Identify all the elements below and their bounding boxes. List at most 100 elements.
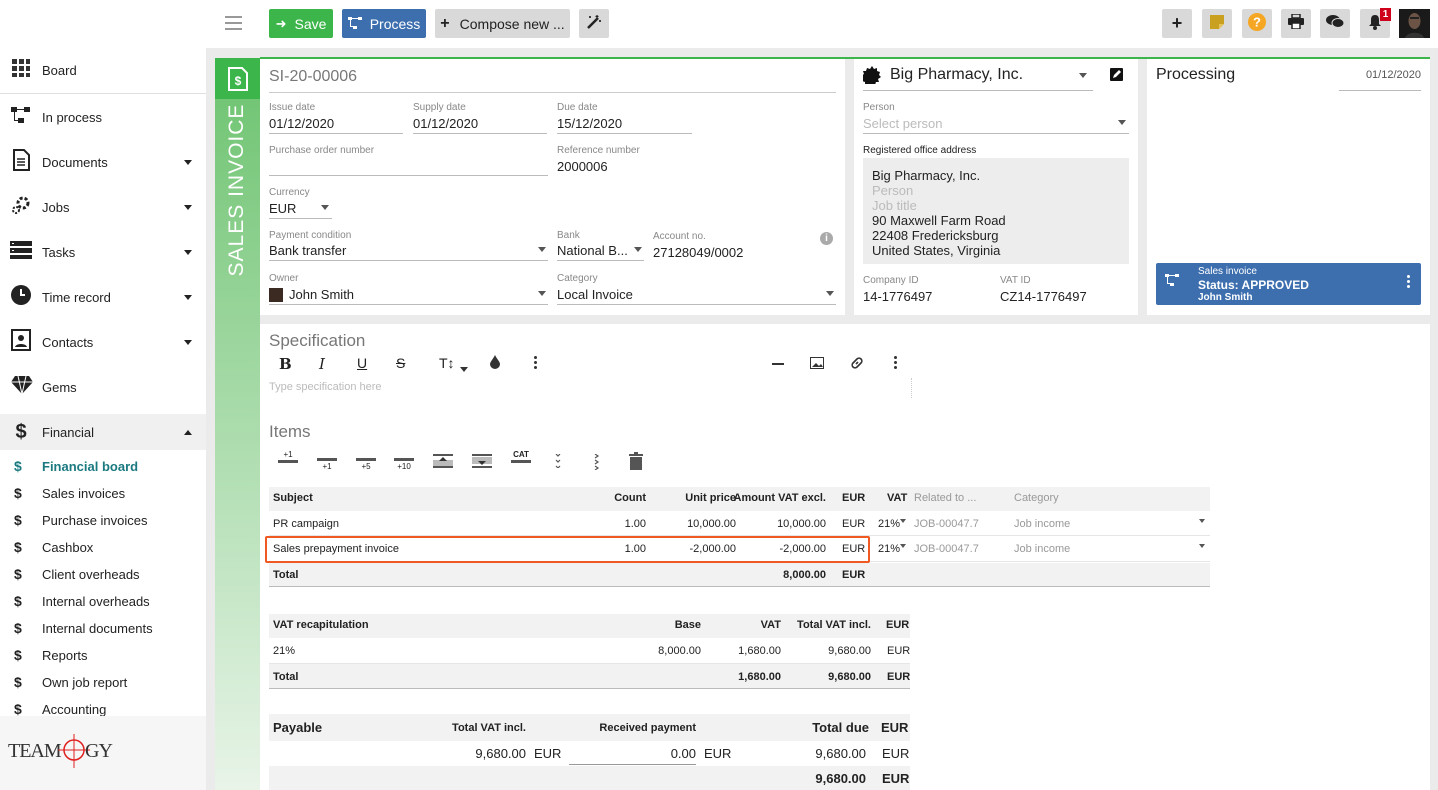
- sticky-note-button[interactable]: [1202, 9, 1232, 38]
- add-row-above-button[interactable]: +1: [278, 450, 298, 463]
- specification-editor[interactable]: Type specification here: [269, 378, 912, 398]
- row-related[interactable]: JOB-00047.7: [914, 543, 979, 555]
- vat-recap-header: VAT recapitulation Base VAT Total VAT in…: [269, 614, 910, 638]
- chevron-down-icon: [184, 249, 192, 255]
- question-icon: ?: [1248, 12, 1266, 35]
- compose-new-button[interactable]: + Compose new ...: [435, 9, 570, 38]
- owner-select[interactable]: John Smith: [269, 285, 548, 305]
- clock-icon: [10, 284, 32, 311]
- dollar-icon: $: [14, 539, 22, 555]
- account-number-field[interactable]: 27128049/0002: [653, 243, 803, 263]
- edit-icon[interactable]: [1110, 68, 1123, 81]
- underline-icon[interactable]: U: [357, 355, 367, 371]
- vat-row-vat: 1,680.00: [738, 645, 781, 657]
- sidebar-subitem-internal-documents[interactable]: $ Internal documents: [0, 615, 206, 642]
- address-box[interactable]: Big Pharmacy, Inc. Person Job title 90 M…: [863, 158, 1129, 264]
- row-category[interactable]: Job income: [1014, 518, 1070, 530]
- row-count[interactable]: 1.00: [589, 518, 646, 530]
- catalog-button[interactable]: CAT: [511, 450, 531, 463]
- payable-grand-currency: EUR: [882, 771, 910, 786]
- sidebar-item-gems[interactable]: Gems: [0, 375, 206, 399]
- process-button[interactable]: Process: [342, 9, 426, 38]
- row-vat[interactable]: 21%: [878, 518, 900, 530]
- more-vertical-icon[interactable]: [1407, 275, 1410, 288]
- supply-date-field[interactable]: 01/12/2020: [413, 114, 547, 134]
- row-unit-price[interactable]: 10,000.00: [656, 518, 736, 530]
- row-vat[interactable]: 21%: [878, 543, 900, 555]
- sidebar-item-in-process[interactable]: In process: [0, 105, 206, 129]
- hamburger-menu-icon[interactable]: [225, 16, 242, 30]
- sidebar-subitem-reports[interactable]: $ Reports: [0, 642, 206, 669]
- chat-button[interactable]: [1320, 9, 1350, 38]
- vat-id-field[interactable]: CZ14-1776497: [1000, 287, 1130, 307]
- sidebar-subitem-internal-overheads[interactable]: $ Internal overheads: [0, 588, 206, 615]
- invoice-number[interactable]: SI-20-00006: [269, 67, 836, 93]
- client-select[interactable]: Big Pharmacy, Inc.: [863, 65, 1093, 91]
- reference-number-field[interactable]: 2000006: [557, 157, 836, 177]
- sidebar-subitem-cashbox[interactable]: $ Cashbox: [0, 534, 206, 561]
- row-amount: 10,000.00: [777, 518, 826, 530]
- avatar[interactable]: [1399, 9, 1430, 38]
- sidebar-item-documents[interactable]: Documents: [0, 148, 206, 174]
- items-total-label: Total: [273, 569, 299, 581]
- received-payment-input[interactable]: 0.00: [569, 744, 696, 765]
- info-icon[interactable]: i: [820, 232, 833, 245]
- bold-icon[interactable]: B: [279, 355, 292, 373]
- table-row[interactable]: PR campaign 1.00 10,000.00 10,000.00 EUR…: [269, 511, 1210, 536]
- payable-total-incl: 9,680.00: [475, 746, 526, 761]
- strikethrough-icon[interactable]: S: [396, 355, 405, 371]
- horizontal-rule-icon[interactable]: [772, 363, 784, 365]
- add-10-rows-button[interactable]: +10: [394, 458, 414, 471]
- issue-date-field[interactable]: 01/12/2020: [269, 114, 403, 134]
- more-vertical-icon[interactable]: [534, 356, 537, 369]
- help-button[interactable]: ?: [1242, 9, 1272, 38]
- category-select[interactable]: Local Invoice: [557, 285, 836, 305]
- move-up-icon[interactable]: [433, 454, 453, 471]
- sidebar-subitem-purchase-invoices[interactable]: $ Purchase invoices: [0, 507, 206, 534]
- row-related[interactable]: JOB-00047.7: [914, 518, 979, 530]
- bank-select[interactable]: National B...: [557, 241, 644, 261]
- text-size-icon[interactable]: T↕: [439, 355, 455, 371]
- sidebar-item-time-record[interactable]: Time record: [0, 284, 206, 311]
- add-1-row-button[interactable]: +1: [317, 458, 337, 471]
- image-icon[interactable]: [810, 357, 824, 372]
- sidebar-item-financial[interactable]: $ Financial: [0, 420, 206, 444]
- sidebar-subitem-financial-board[interactable]: $ Financial board: [0, 453, 206, 480]
- company-id-field[interactable]: 14-1776497: [863, 287, 993, 307]
- sidebar-item-label: Time record: [42, 289, 111, 305]
- sidebar-subitem-own-job-report[interactable]: $ Own job report: [0, 669, 206, 696]
- due-date-field[interactable]: 15/12/2020: [557, 114, 692, 134]
- move-down-icon[interactable]: [472, 454, 492, 471]
- vat-col-vat: VAT: [760, 619, 781, 631]
- sidebar-subitem-client-overheads[interactable]: $ Client overheads: [0, 561, 206, 588]
- items-table-header: Subject Count Unit price Amount VAT excl…: [269, 487, 1210, 511]
- sidebar-item-jobs[interactable]: Jobs: [0, 195, 206, 219]
- link-icon[interactable]: [850, 356, 864, 373]
- magic-wand-button[interactable]: [579, 9, 609, 38]
- person-select[interactable]: Select person: [863, 114, 1129, 134]
- italic-icon[interactable]: I: [319, 355, 325, 373]
- trash-icon[interactable]: [629, 452, 643, 473]
- notifications-button[interactable]: 1: [1360, 8, 1391, 38]
- more-vertical-icon[interactable]: [894, 356, 897, 369]
- sidebar-item-contacts[interactable]: Contacts: [0, 328, 206, 354]
- client-panel: Big Pharmacy, Inc. Person Select person …: [854, 59, 1138, 315]
- process-status-card[interactable]: Sales invoice Status: APPROVED John Smit…: [1156, 263, 1421, 305]
- sidebar-subitem-sales-invoices[interactable]: $ Sales invoices: [0, 480, 206, 507]
- payment-condition-select[interactable]: Bank transfer: [269, 241, 548, 261]
- expand-columns-icon[interactable]: [594, 453, 600, 473]
- row-category[interactable]: Job income: [1014, 543, 1070, 555]
- color-drop-icon[interactable]: [490, 355, 500, 372]
- save-button[interactable]: ➜ Save: [269, 9, 333, 38]
- add-10-rows-label: +10: [397, 462, 411, 471]
- print-button[interactable]: [1281, 9, 1311, 38]
- processing-date[interactable]: 01/12/2020: [1339, 69, 1421, 91]
- expand-rows-icon[interactable]: [555, 453, 561, 471]
- add-5-rows-button[interactable]: +5: [356, 458, 376, 471]
- row-subject[interactable]: PR campaign: [273, 518, 339, 530]
- svg-text:GY: GY: [85, 740, 112, 762]
- sidebar-item-board[interactable]: Board: [0, 58, 206, 82]
- sidebar-item-tasks[interactable]: Tasks: [0, 240, 206, 264]
- po-number-field[interactable]: [269, 156, 548, 176]
- add-button[interactable]: +: [1162, 9, 1192, 38]
